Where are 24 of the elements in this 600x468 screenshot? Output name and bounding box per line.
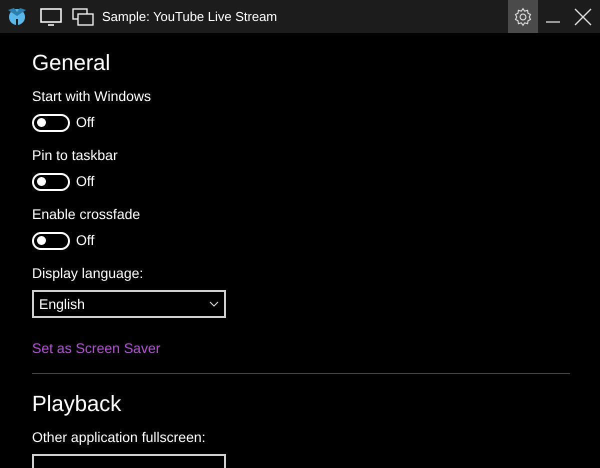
toggle-state-label: Off: [76, 231, 94, 250]
settings-icon: [513, 6, 533, 26]
setting-label: Other application fullscreen:: [32, 428, 206, 446]
section-heading: General: [32, 49, 112, 77]
settings-button[interactable]: [508, 0, 538, 33]
close-icon: [574, 8, 592, 26]
setting-label: Start with Windows: [32, 87, 152, 105]
chevron-down-icon: [209, 301, 219, 307]
language-dropdown[interactable]: English: [32, 290, 226, 318]
toggle-switch[interactable]: [32, 232, 70, 250]
toggle-switch[interactable]: [32, 114, 70, 132]
windows-icon[interactable]: [72, 8, 94, 26]
setting-label: Enable crossfade: [32, 205, 140, 223]
minimize-icon: [546, 20, 560, 22]
setting-label: Pin to taskbar: [32, 146, 118, 164]
app-logo-icon: [6, 6, 28, 26]
toggle-state-label: Off: [76, 172, 94, 191]
toggle-state-label: Off: [76, 113, 94, 132]
monitor-icon[interactable]: [40, 8, 62, 26]
window-title: Sample: YouTube Live Stream: [102, 8, 278, 26]
toggle-switch[interactable]: [32, 172, 70, 190]
screen-saver-link[interactable]: Set as Screen Saver: [32, 338, 160, 359]
setting-label: Display language:: [32, 264, 144, 282]
section-heading: Playback: [32, 390, 122, 418]
